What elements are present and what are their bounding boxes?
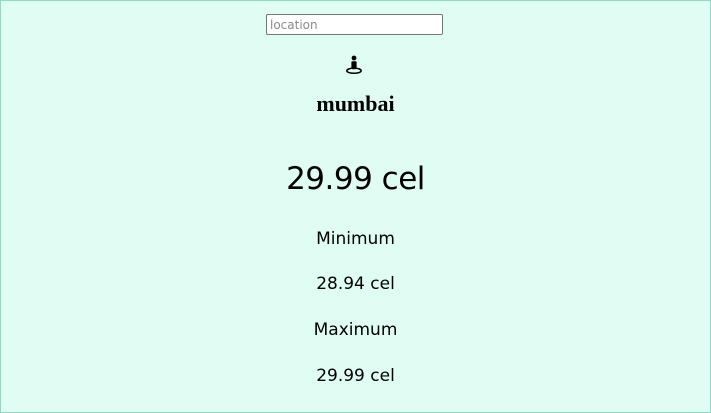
minimum-label: Minimum [316,229,395,249]
city-name: mumbai [316,91,395,116]
location-search-input[interactable] [266,14,443,35]
weather-app: mumbai 29.99 cel Minimum 28.94 cel Maxim… [0,0,711,413]
current-temperature: 29.99 cel [286,161,425,197]
person-pin-icon [346,55,362,75]
maximum-temperature: 29.99 cel [316,366,395,386]
maximum-label: Maximum [313,320,398,340]
minimum-temperature: 28.94 cel [316,274,395,294]
